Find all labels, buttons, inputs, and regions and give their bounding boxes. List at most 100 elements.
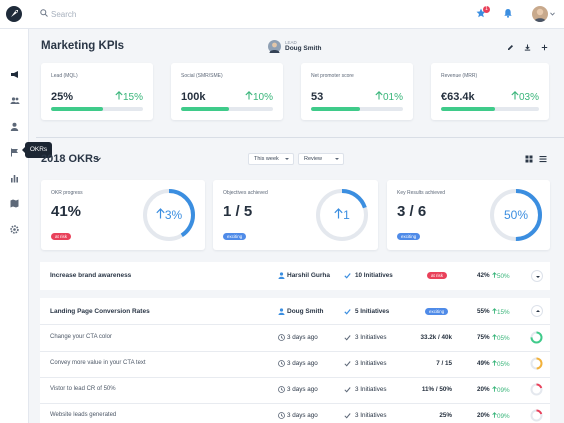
sidebar: [0, 29, 29, 423]
initiatives-count[interactable]: 10 Initiatives: [355, 272, 393, 279]
objective-title[interactable]: Landing Page Conversion Rates: [50, 308, 150, 315]
initiatives-count[interactable]: 3 Initiatives: [355, 334, 387, 341]
row-divider: [40, 377, 550, 378]
kpi-card-revenue[interactable]: Revenue (MRR) €63.4k 03%: [431, 63, 549, 120]
flag-icon[interactable]: [9, 147, 20, 158]
initiatives-count[interactable]: 5 Initiatives: [355, 308, 389, 315]
kpi-card-nps[interactable]: Net promoter score 53 01%: [301, 63, 413, 120]
kpi-value: 25%: [51, 91, 74, 103]
okr-card-label: Key Results achieved: [397, 190, 446, 196]
status-badge: exciting: [397, 233, 421, 240]
key-result-row[interactable]: Convey more value in your CTA text 3 days…: [40, 353, 550, 377]
period-select[interactable]: This week: [248, 153, 294, 165]
okr-card-objectives[interactable]: Objectives achieved 1 / 5 exciting 1: [213, 180, 378, 250]
initiatives-count[interactable]: 3 Initiatives: [355, 360, 387, 367]
settings-icon[interactable]: [9, 224, 20, 235]
objective-title[interactable]: Increase brand awareness: [50, 272, 131, 279]
chevron-down-icon[interactable]: [550, 11, 555, 18]
team-icon[interactable]: [9, 95, 20, 106]
key-result-ratio: 25%: [439, 412, 452, 419]
list-view-icon[interactable]: [539, 155, 547, 163]
status-badge: at risk: [51, 233, 72, 240]
user-avatar[interactable]: [532, 6, 548, 22]
section-divider: [36, 137, 564, 138]
objective-change: 15%: [492, 308, 510, 316]
mode-select[interactable]: Review: [298, 153, 344, 165]
lead-avatar: [268, 40, 281, 53]
ring-label: 1: [315, 208, 369, 222]
edit-icon[interactable]: [507, 44, 514, 53]
key-result-ratio: 11% / 50%: [421, 386, 452, 393]
objective-owner[interactable]: Harshil Gurha: [287, 272, 330, 279]
search-input[interactable]: [51, 8, 251, 20]
key-result-change: 05%: [492, 334, 510, 342]
initiatives-count[interactable]: 3 Initiatives: [355, 412, 387, 419]
arrow-up-icon: [156, 208, 165, 219]
key-result-due: 3 days ago: [287, 386, 318, 393]
okr-card-value: 3 / 6: [397, 203, 427, 220]
key-result-row[interactable]: Website leads generated 3 days ago 3 Initi…: [40, 405, 550, 423]
chart-icon[interactable]: [9, 173, 20, 184]
key-result-title[interactable]: Vistor to lead CR of 50%: [50, 386, 116, 392]
status-badge: at risk: [427, 272, 448, 279]
rocket-logo-icon[interactable]: [6, 6, 22, 22]
kpi-value: 100k: [181, 91, 206, 103]
key-result-due: 3 days ago: [287, 412, 318, 419]
objective-row[interactable]: Landing Page Conversion Rates Doug Smith…: [40, 298, 550, 324]
okr-card-key-results[interactable]: Key Results achieved 3 / 6 exciting 50%: [387, 180, 550, 250]
download-icon[interactable]: [524, 44, 531, 53]
objective-progress: 42%: [477, 272, 490, 279]
megaphone-icon[interactable]: [9, 69, 20, 80]
okr-section-title[interactable]: 2018 OKRs: [41, 153, 99, 165]
key-result-progress-ring: [530, 383, 543, 396]
check-icon: [344, 387, 351, 393]
kpi-change: 15%: [115, 91, 143, 103]
status-badge: exciting: [425, 308, 449, 315]
okr-card-value: 41%: [51, 203, 82, 220]
clock-icon: [278, 360, 285, 367]
key-result-change: 09%: [492, 386, 510, 394]
collapse-toggle[interactable]: [531, 305, 543, 317]
clock-icon: [278, 334, 285, 341]
key-result-row[interactable]: Vistor to lead CR of 50% 3 days ago 3 Init…: [40, 379, 550, 403]
row-divider: [40, 403, 550, 404]
key-result-title[interactable]: Website leads generated: [50, 412, 116, 418]
user-icon: [278, 308, 285, 315]
bell-icon[interactable]: [503, 8, 513, 20]
kpi-label: Lead (MQL): [51, 73, 78, 79]
key-result-progress-ring: [530, 331, 543, 344]
key-result-row[interactable]: Change your CTA color 3 days ago 3 Initiat…: [40, 327, 550, 351]
map-icon[interactable]: [9, 198, 20, 209]
okr-card-progress[interactable]: OKR progress 41% at risk 3%: [41, 180, 205, 250]
kpi-label: Revenue (MRR): [441, 73, 478, 79]
user-icon[interactable]: [9, 121, 20, 132]
key-result-title[interactable]: Change your CTA color: [50, 334, 112, 340]
initiatives-count[interactable]: 3 Initiatives: [355, 386, 387, 393]
objective-owner[interactable]: Doug Smith: [287, 308, 323, 315]
row-divider: [40, 351, 550, 352]
add-icon[interactable]: [541, 44, 548, 53]
okr-card-label: Objectives achieved: [223, 190, 268, 196]
objective-change: 50%: [492, 272, 510, 280]
page-title: Marketing KPIs: [41, 40, 125, 52]
chevron-down-icon[interactable]: [96, 156, 101, 163]
clock-icon: [278, 412, 285, 419]
kpi-label: Net promoter score: [311, 73, 354, 79]
check-icon: [344, 335, 351, 341]
objective-row[interactable]: Increase brand awareness Harshil Gurha 1…: [40, 262, 550, 290]
key-result-title[interactable]: Convey more value in your CTA text: [50, 360, 146, 366]
key-result-change: 05%: [492, 360, 510, 368]
chevron-up-icon: [536, 310, 540, 312]
kpi-card-lead[interactable]: Lead (MQL) 25% 15%: [41, 63, 153, 120]
key-result-change: 09%: [492, 412, 510, 420]
check-icon: [344, 413, 351, 419]
kpi-progress-bar: [51, 107, 143, 111]
expand-toggle[interactable]: [531, 270, 543, 282]
check-icon: [344, 273, 351, 279]
okr-card-label: OKR progress: [51, 190, 83, 196]
arrow-up-icon: [511, 91, 519, 100]
kpi-progress-bar: [441, 107, 539, 111]
ring-label: 3%: [142, 208, 196, 222]
grid-view-icon[interactable]: [525, 155, 533, 163]
kpi-card-social[interactable]: Social (SMR/SME) 100k 10%: [171, 63, 283, 120]
